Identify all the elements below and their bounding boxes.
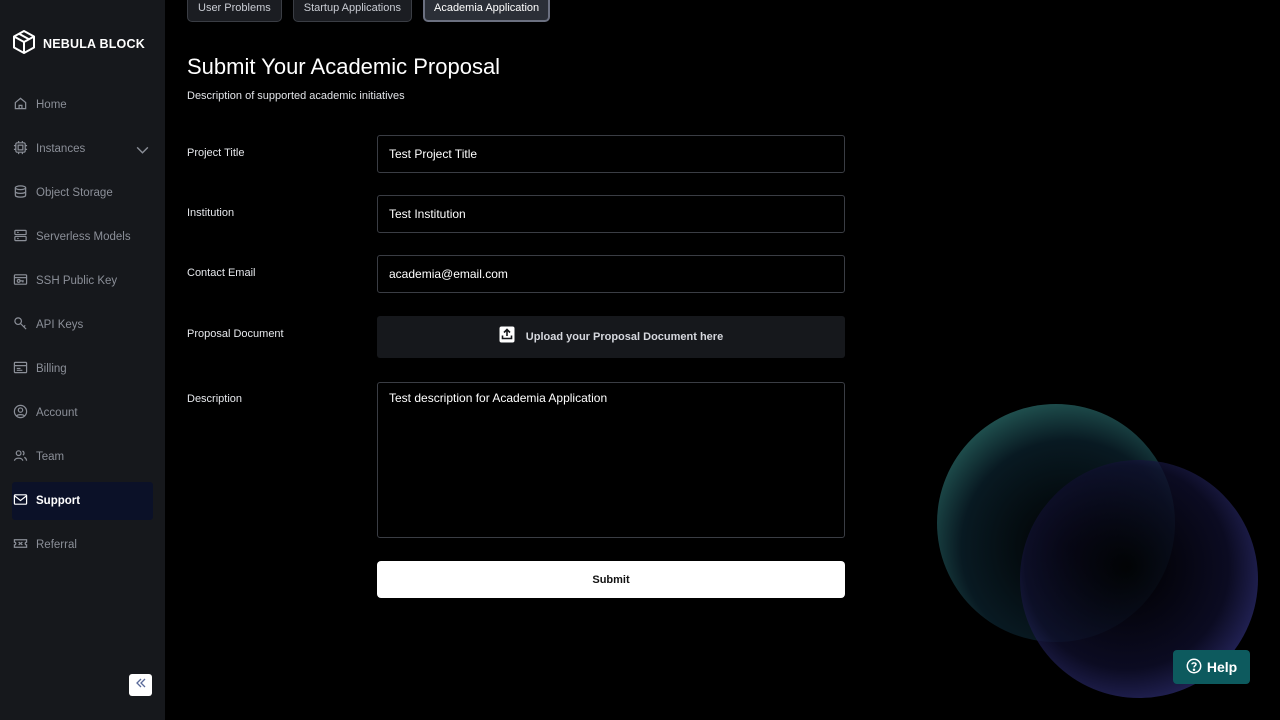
page-subtitle: Description of supported academic initia… [187,90,405,102]
upload-icon [499,326,515,348]
chip-icon [13,140,28,158]
sidebar-item-label: Team [36,451,65,463]
sidebar-item-label: API Keys [36,319,84,331]
institution-label: Institution [187,207,235,219]
contact-email-input[interactable] [377,255,845,293]
help-button[interactable]: Help [1173,650,1250,684]
sidebar-item-label: SSH Public Key [36,275,118,287]
submit-button[interactable]: Submit [377,561,845,598]
brand-logo[interactable]: NEBULA BLOCK [12,29,145,60]
institution-input[interactable] [377,195,845,233]
sidebar-item-label: Object Storage [36,187,113,199]
sidebar-item-object-storage[interactable]: Object Storage [12,174,153,212]
ticket-icon [13,536,28,554]
upload-label: Upload your Proposal Document here [525,331,724,343]
sidebar-item-label: Account [36,407,78,419]
sidebar-item-billing[interactable]: Billing [12,350,153,388]
sidebar-nav: Home Instances Object Storage Serverless… [0,86,165,570]
server-icon [13,228,28,246]
double-chevron-left-icon [135,676,147,694]
sidebar-item-referral[interactable]: Referral [12,526,153,564]
home-icon [13,96,28,114]
app-root: NEBULA BLOCK Home Instances Object Stora… [0,0,1280,720]
sidebar-item-label: Instances [36,143,86,155]
sidebar-item-label: Referral [36,539,77,551]
team-icon [13,448,28,466]
proposal-document-label: Proposal Document [187,328,284,340]
tab-startup-applications[interactable]: Startup Applications [292,0,412,22]
database-icon [13,184,28,202]
brand-name: NEBULA BLOCK [43,37,145,51]
description-label: Description [187,393,243,405]
tab-academia-application[interactable]: Academia Application [422,0,551,22]
tab-user-problems[interactable]: User Problems [187,0,282,22]
cube-logo-icon [12,29,36,60]
project-title-label: Project Title [187,147,245,159]
sidebar-item-label: Serverless Models [36,231,131,243]
sidebar-item-account[interactable]: Account [12,394,153,432]
sidebar-item-label: Billing [36,363,67,375]
support-tabs: User Problems Startup Applications Acade… [187,0,551,22]
help-label: Help [1206,659,1238,675]
billing-icon [13,360,28,378]
sidebar-item-team[interactable]: Team [12,438,153,476]
sidebar-item-label: Support [36,495,81,507]
sidebar: NEBULA BLOCK Home Instances Object Stora… [0,0,165,720]
key-card-icon [13,272,28,290]
proposal-document-upload[interactable]: Upload your Proposal Document here [377,316,845,358]
sidebar-item-instances[interactable]: Instances [12,130,153,168]
sidebar-item-serverless-models[interactable]: Serverless Models [12,218,153,256]
account-icon [13,404,28,422]
question-circle-icon [1186,658,1202,677]
contact-email-label: Contact Email [187,267,256,279]
sidebar-item-support[interactable]: Support [12,482,153,520]
page-title: Submit Your Academic Proposal [187,54,501,79]
key-icon [13,316,28,334]
chevron-down-icon[interactable] [135,142,149,156]
description-textarea[interactable]: Test description for Academia Applicatio… [377,382,845,538]
collapse-sidebar-button[interactable] [129,674,152,696]
mail-icon [13,492,28,510]
sidebar-item-label: Home [36,99,67,111]
sidebar-item-ssh-public-key[interactable]: SSH Public Key [12,262,153,300]
project-title-input[interactable] [377,135,845,173]
sidebar-item-api-keys[interactable]: API Keys [12,306,153,344]
sidebar-item-home[interactable]: Home [12,86,153,124]
